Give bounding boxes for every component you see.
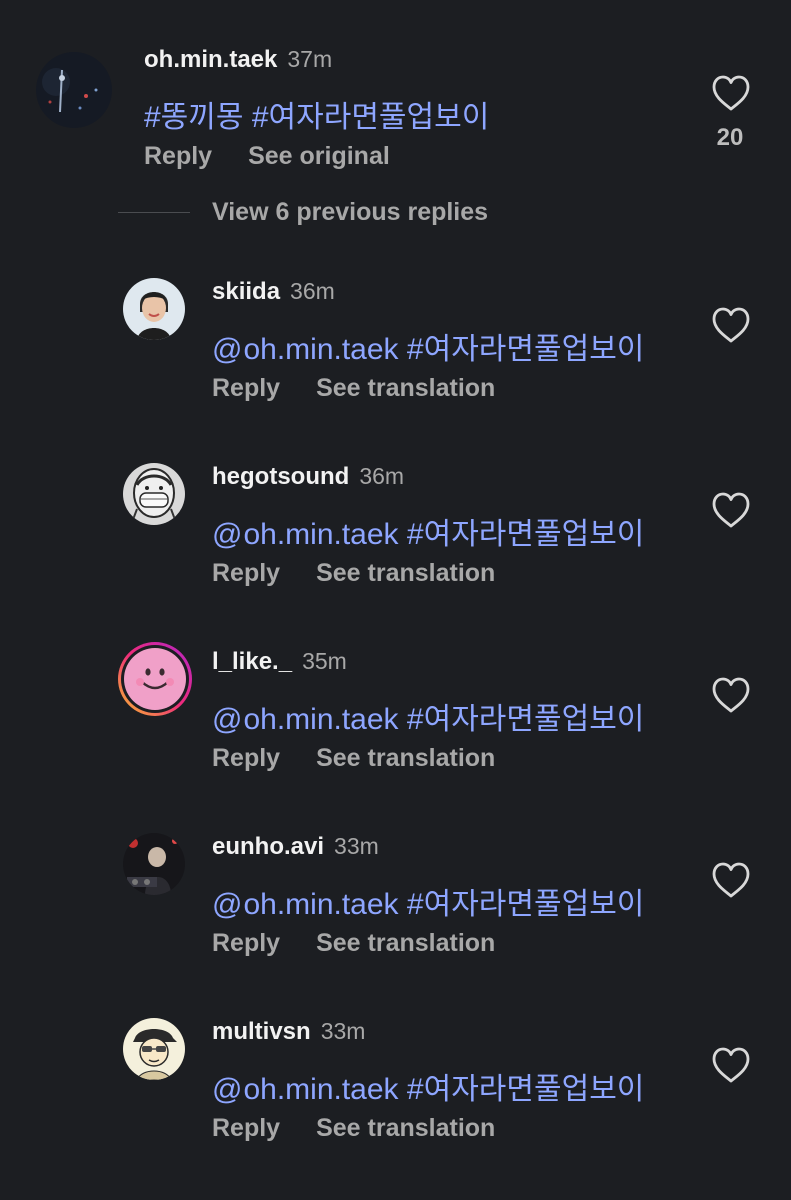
comment-text: @oh.min.taek #여자라면풀업보이 [212, 879, 644, 923]
comment-text: @oh.min.taek #여자라면풀업보이 [212, 324, 644, 368]
avatar[interactable] [123, 463, 185, 525]
username[interactable]: l_like._ [212, 648, 292, 676]
avatar[interactable] [123, 833, 185, 895]
mention-link[interactable]: @oh.min.taek [212, 333, 399, 366]
hashtag-link[interactable]: #여자라면풀업보이 [407, 888, 644, 921]
avatar[interactable] [123, 278, 185, 340]
view-previous-replies[interactable]: View 6 previous replies [118, 198, 488, 227]
see-translation-button[interactable]: See translation [316, 744, 495, 773]
comment-actions: Reply See original [144, 142, 390, 171]
mention-username: oh.min.taek [243, 703, 399, 736]
username[interactable]: oh.min.taek [144, 46, 277, 74]
mention-link[interactable]: @oh.min.taek [212, 1073, 399, 1106]
reply-button[interactable]: Reply [212, 929, 280, 958]
top-comment: oh.min.taek 37m #똥끼몽 #여자라면풀업보이 Reply See… [0, 0, 791, 200]
person-photo-avatar-icon [123, 278, 185, 340]
comment-actions: Reply See translation [212, 374, 495, 403]
timestamp: 36m [359, 463, 405, 489]
timestamp: 37m [287, 46, 333, 72]
heart-outline-icon[interactable] [711, 306, 751, 346]
sketch-face-avatar-icon [123, 463, 185, 525]
reply-button[interactable]: Reply [212, 559, 280, 588]
username[interactable]: multivsn [212, 1018, 311, 1046]
threads-mention-icon: @ [212, 333, 243, 366]
story-ring[interactable] [118, 642, 192, 716]
avatar[interactable] [123, 1018, 185, 1080]
see-translation-button[interactable]: See translation [316, 929, 495, 958]
hashtag-link[interactable]: #여자라면풀업보이 [407, 703, 644, 736]
comment-actions: Reply See translation [212, 744, 495, 773]
dark-photo-avatar-icon [36, 52, 112, 128]
reply-item: eunho.avi 33m @oh.min.taek #여자라면풀업보이 Rep… [0, 833, 791, 1013]
comment-text: #똥끼몽 #여자라면풀업보이 [144, 92, 489, 136]
mention-link[interactable]: @oh.min.taek [212, 888, 399, 921]
mention-username: oh.min.taek [243, 1073, 399, 1106]
avatar[interactable] [36, 52, 112, 128]
view-replies-label[interactable]: View 6 previous replies [212, 198, 488, 227]
see-translation-button[interactable]: See translation [316, 374, 495, 403]
heart-outline-icon[interactable] [711, 676, 751, 716]
smiley-face-avatar-icon [124, 648, 186, 710]
hashtag-link[interactable]: #여자라면풀업보이 [407, 518, 644, 551]
reply-item: hegotsound 36m @oh.min.taek #여자라면풀업보이 Re… [0, 463, 791, 643]
comment-header: multivsn 33m [212, 1018, 365, 1046]
mention-username: oh.min.taek [243, 518, 399, 551]
avatar [124, 648, 186, 710]
reply-button[interactable]: Reply [144, 142, 212, 171]
comment-header: eunho.avi 33m [212, 833, 379, 861]
timestamp: 35m [302, 648, 347, 674]
heart-outline-icon[interactable] [711, 1046, 751, 1086]
mention-username: oh.min.taek [243, 888, 399, 921]
comment-header: oh.min.taek 37m [144, 46, 332, 74]
threads-mention-icon: @ [212, 888, 243, 921]
heart-outline-icon[interactable] [711, 861, 751, 901]
divider [118, 212, 190, 213]
hashtag-link[interactable]: #여자라면풀업보이 [407, 333, 644, 366]
threads-mention-icon: @ [212, 518, 243, 551]
reply-item: skiida 36m @oh.min.taek #여자라면풀업보이 Reply … [0, 278, 791, 458]
reply-button[interactable]: Reply [212, 1114, 280, 1143]
comment-text: @oh.min.taek #여자라면풀업보이 [212, 509, 644, 553]
comment-header: hegotsound 36m [212, 463, 404, 491]
mention-link[interactable]: @oh.min.taek [212, 518, 399, 551]
comment-actions: Reply See translation [212, 929, 495, 958]
hashtag-link[interactable]: #똥끼몽 [144, 101, 244, 134]
hashtag-link[interactable]: #여자라면풀업보이 [252, 101, 489, 134]
timestamp: 36m [290, 278, 335, 304]
dj-photo-avatar-icon [123, 833, 185, 895]
threads-mention-icon: @ [212, 1073, 243, 1106]
like-count: 20 [716, 124, 744, 151]
drawn-character-avatar-icon [123, 1018, 185, 1080]
see-original-button[interactable]: See original [248, 142, 390, 171]
reply-item: multivsn 33m @oh.min.taek #여자라면풀업보이 Repl… [0, 1018, 791, 1198]
heart-outline-icon[interactable] [711, 491, 751, 531]
reply-button[interactable]: Reply [212, 374, 280, 403]
see-translation-button[interactable]: See translation [316, 1114, 495, 1143]
username[interactable]: hegotsound [212, 463, 349, 491]
comment-actions: Reply See translation [212, 1114, 495, 1143]
reply-button[interactable]: Reply [212, 744, 280, 773]
reply-item: l_like._ 35m @oh.min.taek #여자라면풀업보이 Repl… [0, 642, 791, 828]
comment-header: skiida 36m [212, 278, 335, 306]
mention-link[interactable]: @oh.min.taek [212, 703, 399, 736]
see-translation-button[interactable]: See translation [316, 559, 495, 588]
timestamp: 33m [334, 833, 379, 859]
mention-username: oh.min.taek [243, 333, 399, 366]
hashtag-link[interactable]: #여자라면풀업보이 [407, 1073, 644, 1106]
comment-text: @oh.min.taek #여자라면풀업보이 [212, 694, 644, 738]
heart-outline-icon[interactable] [711, 74, 751, 114]
comment-actions: Reply See translation [212, 559, 495, 588]
threads-mention-icon: @ [212, 703, 243, 736]
username[interactable]: skiida [212, 278, 280, 306]
comment-header: l_like._ 35m [212, 648, 347, 676]
timestamp: 33m [320, 1018, 366, 1044]
comment-text: @oh.min.taek #여자라면풀업보이 [212, 1064, 644, 1108]
username[interactable]: eunho.avi [212, 833, 324, 861]
